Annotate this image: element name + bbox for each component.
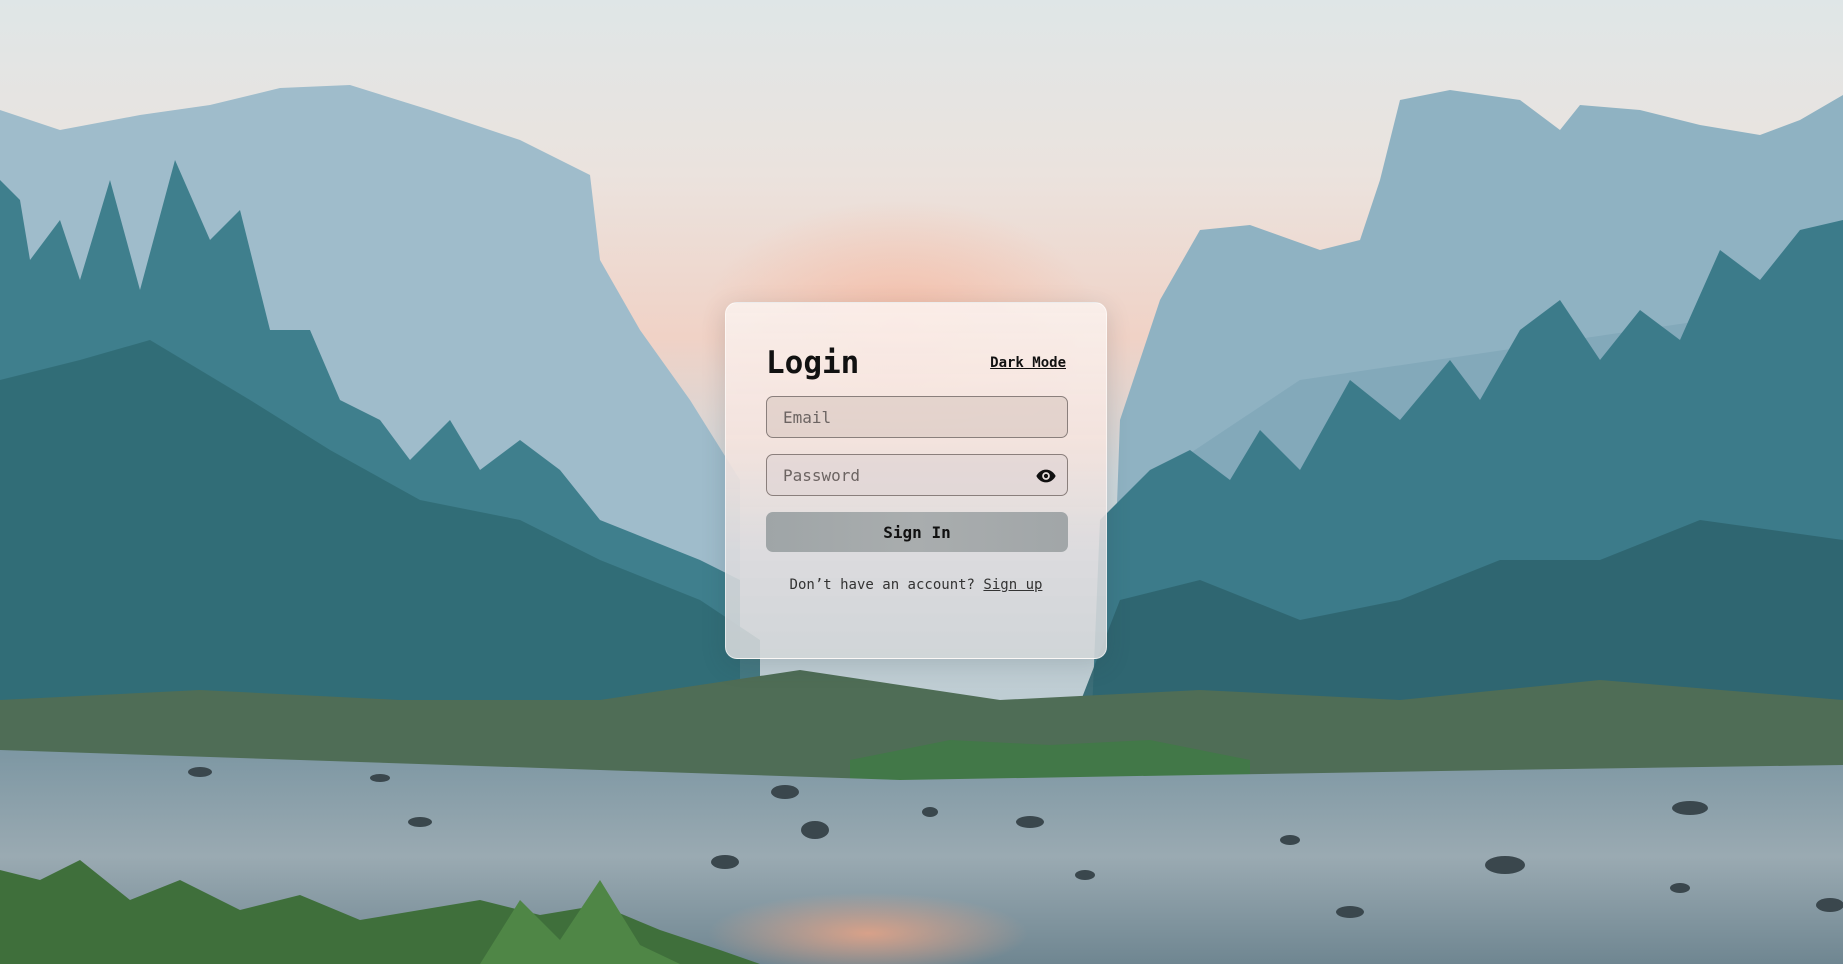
login-page: Login Dark Mode Sign In Don’t have an ac…: [0, 0, 1843, 964]
signup-link[interactable]: Sign up: [983, 577, 1042, 593]
eye-icon[interactable]: [1035, 465, 1057, 487]
login-card-header: Login Dark Mode: [766, 343, 1066, 383]
dark-mode-toggle[interactable]: Dark Mode: [990, 355, 1066, 371]
email-field[interactable]: [767, 397, 1067, 437]
email-field-wrapper: [766, 396, 1068, 438]
page-title: Login: [766, 345, 860, 381]
signup-row: Don’t have an account? Sign up: [766, 577, 1066, 593]
password-field-wrapper: [766, 454, 1068, 496]
signup-prompt: Don’t have an account?: [789, 577, 975, 593]
sign-in-button[interactable]: Sign In: [766, 512, 1068, 552]
login-card: Login Dark Mode Sign In Don’t have an ac…: [725, 302, 1107, 659]
password-field[interactable]: [767, 455, 1067, 495]
